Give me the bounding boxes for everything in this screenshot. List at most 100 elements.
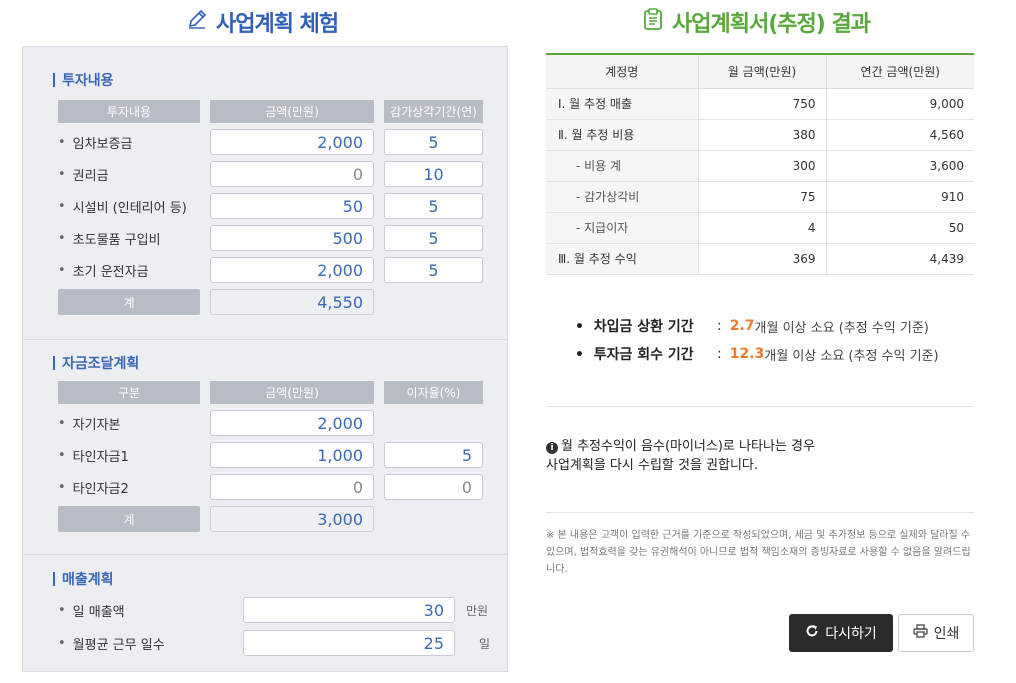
refresh-icon — [805, 624, 819, 642]
funding-label-loan2: • 타인자금2 — [58, 479, 129, 497]
investment-recovery-tail: 개월 이상 소요 (추정 수익 기준) — [764, 348, 939, 364]
workdays-unit: 일 — [479, 636, 491, 651]
annual-amount: 910 — [825, 181, 974, 213]
working-capital-amount-input[interactable]: 2,000 — [210, 257, 374, 283]
monthly-amount: 380 — [697, 119, 826, 151]
funding-header-type: 구분 — [58, 381, 200, 404]
input-panel: 투자내용 투자내용 금액(만원) 감가상각기간(연) • 임차보증금 2,000 … — [22, 46, 508, 672]
facility-period-input[interactable]: 5 — [384, 193, 483, 219]
account-name: - 비용 계 — [546, 150, 698, 182]
result-header-monthly: 월 금액(만원) — [697, 54, 826, 89]
disclaimer-text: ※ 본 내용은 고객이 입력한 근거를 기준으로 작성되었으며, 세금 및 추가… — [546, 530, 971, 575]
notice-line-1: 월 추정수익이 음수(마이너스)로 나타나는 경우 — [561, 439, 815, 454]
loan-repayment-label: • 차입금 상환 기간 — [575, 319, 694, 335]
right-title-text: 사업계획서(추정) 결과 — [672, 12, 871, 37]
loan2-amount-input[interactable]: 0 — [210, 474, 374, 500]
right-title: 사업계획서(추정) 결과 — [642, 6, 871, 38]
divider — [546, 406, 974, 407]
sales-section: 매출계획 • 일 매출액 30 만원 • 월평균 근무 일수 25 일 — [22, 554, 508, 672]
result-header-row: 계정명 월 금액(만원) 연간 금액(만원) — [546, 54, 974, 89]
result-header-account: 계정명 — [546, 54, 698, 89]
initial-goods-period-input[interactable]: 5 — [384, 225, 483, 251]
left-title: 사업계획 체험 — [186, 6, 339, 38]
account-name: Ⅱ. 월 추정 비용 — [546, 119, 698, 151]
monthly-amount: 369 — [697, 243, 826, 275]
sales-label-workdays: • 월평균 근무 일수 — [58, 635, 165, 653]
investment-section: 투자내용 투자내용 금액(만원) 감가상각기간(연) • 임차보증금 2,000 … — [22, 46, 508, 340]
investment-label-deposit: • 임차보증금 — [58, 134, 133, 152]
loan-repayment-value: 2.7 — [729, 318, 755, 334]
premium-period-input[interactable]: 10 — [384, 161, 483, 187]
annual-amount: 9,000 — [825, 88, 974, 120]
table-row: - 비용 계 300 3,600 — [546, 150, 974, 182]
printer-icon — [912, 624, 928, 642]
negative-profit-notice: i월 추정수익이 음수(마이너스)로 나타나는 경우 사업계획을 다시 수립할 … — [546, 437, 815, 475]
deposit-amount-input[interactable]: 2,000 — [210, 129, 374, 155]
funding-label-loan1: • 타인자금1 — [58, 447, 129, 465]
funding-section: 자금조달계획 구분 금액(만원) 이자율(%) • 자기자본 2,000 • 타인자… — [22, 339, 508, 555]
daily-sales-input[interactable]: 30 — [243, 597, 455, 623]
investment-header-amount: 금액(만원) — [210, 100, 374, 123]
retry-button[interactable]: 다시하기 — [789, 614, 893, 652]
investment-label-premium: • 권리금 — [58, 166, 109, 184]
premium-amount-input[interactable]: 0 — [210, 161, 374, 187]
retry-button-label: 다시하기 — [825, 626, 877, 642]
monthly-amount: 4 — [697, 212, 826, 244]
investment-label-working-capital: • 초기 운전자금 — [58, 262, 149, 280]
annual-amount: 4,439 — [825, 243, 974, 275]
workdays-input[interactable]: 25 — [243, 630, 455, 656]
info-icon: i — [546, 442, 558, 454]
left-title-text: 사업계획 체험 — [216, 12, 339, 37]
funding-total-label: 계 — [58, 506, 200, 532]
investment-total-label: 계 — [58, 289, 200, 315]
investment-total-value: 4,550 — [210, 289, 374, 315]
table-row: - 지급이자 4 50 — [546, 212, 974, 244]
result-table: 계정명 월 금액(만원) 연간 금액(만원) Ⅰ. 월 추정 매출 750 9,… — [546, 53, 974, 275]
initial-goods-amount-input[interactable]: 500 — [210, 225, 374, 251]
funding-label-equity: • 자기자본 — [58, 415, 121, 433]
monthly-amount: 75 — [697, 181, 826, 213]
loan1-rate-input[interactable]: 5 — [384, 442, 483, 468]
annual-amount: 50 — [825, 212, 974, 244]
daily-sales-unit: 만원 — [466, 603, 489, 618]
working-capital-period-input[interactable]: 5 — [384, 257, 483, 283]
investment-label-initial-goods: • 초도물품 구입비 — [58, 230, 161, 248]
deposit-period-input[interactable]: 5 — [384, 129, 483, 155]
loan-repayment-summary: • 차입금 상환 기간 : 2.7 개월 이상 소요 (추정 수익 기준) — [575, 318, 929, 336]
account-name: - 지급이자 — [546, 212, 698, 244]
funding-section-title: 자금조달계획 — [53, 353, 139, 373]
annual-amount: 3,600 — [825, 150, 974, 182]
table-row: - 감가상각비 75 910 — [546, 181, 974, 213]
investment-header-item: 투자내용 — [58, 100, 200, 123]
table-row: Ⅲ. 월 추정 수익 369 4,439 — [546, 243, 974, 275]
loan2-rate-input[interactable]: 0 — [384, 474, 483, 500]
clipboard-icon — [642, 7, 664, 37]
table-row: Ⅰ. 월 추정 매출 750 9,000 — [546, 88, 974, 120]
account-name: - 감가상각비 — [546, 181, 698, 213]
investment-recovery-summary: • 투자금 회수 기간 : 12.3 개월 이상 소요 (추정 수익 기준) — [575, 346, 939, 364]
funding-total-value: 3,000 — [210, 506, 374, 532]
investment-recovery-value: 12.3 — [729, 346, 765, 362]
account-name: Ⅰ. 월 추정 매출 — [546, 88, 698, 120]
facility-amount-input[interactable]: 50 — [210, 193, 374, 219]
monthly-amount: 300 — [697, 150, 826, 182]
loan-repayment-tail: 개월 이상 소요 (추정 수익 기준) — [754, 320, 929, 336]
pencil-icon — [186, 8, 208, 36]
annual-amount: 4,560 — [825, 119, 974, 151]
table-row: Ⅱ. 월 추정 비용 380 4,560 — [546, 119, 974, 151]
account-name: Ⅲ. 월 추정 수익 — [546, 243, 698, 275]
print-button[interactable]: 인쇄 — [898, 614, 974, 652]
investment-section-title: 투자내용 — [53, 70, 114, 90]
investment-recovery-label: • 투자금 회수 기간 — [575, 347, 694, 363]
print-button-label: 인쇄 — [933, 626, 960, 642]
sales-section-title: 매출계획 — [53, 569, 114, 589]
loan1-amount-input[interactable]: 1,000 — [210, 442, 374, 468]
divider — [546, 512, 974, 513]
equity-amount-input[interactable]: 2,000 — [210, 410, 374, 436]
investment-header-period: 감가상각기간(연) — [384, 100, 483, 123]
funding-header-rate: 이자율(%) — [384, 381, 483, 404]
sales-label-daily: • 일 매출액 — [58, 602, 125, 620]
result-header-annual: 연간 금액(만원) — [825, 54, 974, 89]
investment-label-facility: • 시설비 (인테리어 등) — [58, 198, 187, 216]
notice-line-2: 사업계획을 다시 수립할 것을 권합니다. — [546, 458, 759, 473]
